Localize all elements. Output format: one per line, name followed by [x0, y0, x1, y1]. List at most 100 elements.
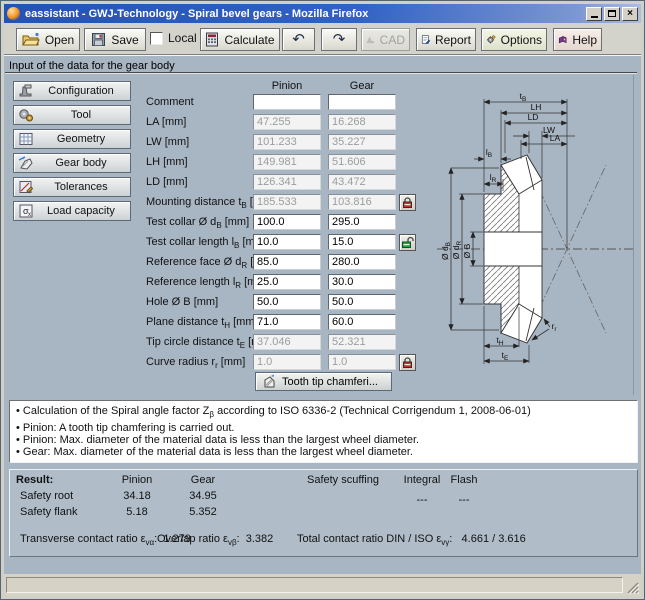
dim-label-lB: lB	[486, 147, 492, 159]
section-divider	[5, 72, 637, 74]
field-label-comment: Comment	[146, 96, 194, 108]
dim-label-LD: LD	[528, 112, 539, 122]
chamfer-icon	[262, 374, 277, 389]
redo-button[interactable]: ↷	[321, 28, 357, 51]
lw-gear-input	[328, 134, 396, 150]
dim-label-lR: lR	[490, 172, 497, 184]
close-icon: ×	[627, 9, 633, 19]
comment-gear-input[interactable]	[328, 94, 396, 110]
field-label-curve-radius: Curve radius rr [mm]	[146, 356, 245, 370]
reference-face-diameter-gear-input[interactable]	[328, 254, 396, 270]
ld-gear-input	[328, 174, 396, 190]
status-message-area	[6, 577, 623, 593]
local-checkbox[interactable]	[150, 32, 163, 45]
report-button[interactable]: Report	[416, 28, 476, 51]
reference-length-pinion-input[interactable]	[253, 274, 321, 290]
cad-icon	[366, 33, 375, 47]
open-button[interactable]: Open	[16, 28, 80, 51]
minimize-button[interactable]	[586, 7, 602, 21]
calculator-icon	[205, 32, 219, 47]
plane-distance-gear-input[interactable]	[328, 314, 396, 330]
ld-pinion-input	[253, 174, 321, 190]
field-label-test-collar-diameter: Test collar Ø dB [mm]	[146, 216, 249, 230]
maximize-button[interactable]	[604, 7, 620, 21]
dim-label-LH: LH	[531, 102, 542, 112]
help-book-icon	[558, 33, 567, 47]
la-gear-input	[328, 114, 396, 130]
tip-circle-distance-pinion-input	[253, 334, 321, 350]
report-label: Report	[435, 33, 471, 47]
dim-label-B: Ø B	[462, 243, 472, 258]
options-gear-icon	[486, 32, 496, 47]
options-button[interactable]: Options	[481, 28, 547, 51]
safety-flank-gear: 5.352	[173, 506, 233, 518]
message-1: • Pinion: A tooth tip chamfering is carr…	[16, 422, 234, 434]
app-window: eassistant - GWJ-Technology - Spiral bev…	[0, 0, 645, 600]
hole-diameter-pinion-input[interactable]	[253, 294, 321, 310]
field-label-la: LA [mm]	[146, 116, 186, 128]
safety-flank-label: Safety flank	[20, 506, 77, 518]
overlap-ratio: Overlap ratio εvβ: 3.382	[157, 533, 273, 547]
window-controls: ×	[584, 7, 638, 21]
result-panel: Result: Pinion Gear Safety scuffing Inte…	[9, 469, 638, 557]
calculate-button[interactable]: Calculate	[200, 28, 280, 51]
reference-length-gear-input[interactable]	[328, 274, 396, 290]
lh-gear-input	[328, 154, 396, 170]
message-0: • Calculation of the Spiral angle factor…	[16, 405, 531, 419]
field-label-ld: LD [mm]	[146, 176, 188, 188]
save-button[interactable]: Save	[84, 28, 146, 51]
mounting-distance-closed-lock-button[interactable]	[399, 194, 416, 211]
message-3: • Gear: Max. diameter of the material da…	[16, 446, 413, 458]
firefox-icon	[7, 7, 20, 20]
undo-button[interactable]: ↶	[282, 28, 315, 51]
plane-distance-pinion-input[interactable]	[253, 314, 321, 330]
result-col-gear: Gear	[173, 474, 233, 486]
tooth-tip-chamfering-button[interactable]: Tooth tip chamferi...	[255, 372, 392, 391]
reference-face-diameter-pinion-input[interactable]	[253, 254, 321, 270]
resize-grip[interactable]	[625, 580, 639, 594]
field-label-lh: LH [mm]	[146, 156, 188, 168]
test-collar-diameter-pinion-input[interactable]	[253, 214, 321, 230]
lw-pinion-input	[253, 134, 321, 150]
hole-diameter-gear-input[interactable]	[328, 294, 396, 310]
dim-label-tH: tH	[496, 335, 503, 347]
local-checkbox-group: Local	[150, 31, 197, 45]
field-label-test-collar-length: Test collar length lB [mm]	[146, 236, 267, 250]
result-col-flash: Flash	[434, 474, 494, 486]
result-title: Result:	[16, 474, 53, 486]
curve-radius-pinion-input	[253, 354, 321, 370]
title-bar: eassistant - GWJ-Technology - Spiral bev…	[4, 4, 641, 23]
dim-label-tB: tB	[520, 91, 527, 103]
status-bar	[4, 574, 641, 596]
section-title: Input of the data for the gear body	[9, 60, 175, 72]
test-collar-length-open-lock-button[interactable]	[399, 234, 416, 251]
safety-root-pinion: 34.18	[107, 490, 167, 502]
help-button[interactable]: Help	[553, 28, 602, 51]
cad-label: CAD	[380, 33, 405, 47]
maximize-icon	[608, 10, 616, 17]
calculate-label: Calculate	[224, 33, 274, 47]
test-collar-length-pinion-input[interactable]	[253, 234, 321, 250]
dim-label-LA: LA	[550, 133, 561, 143]
help-label: Help	[572, 33, 597, 47]
test-collar-diameter-gear-input[interactable]	[328, 214, 396, 230]
scuffing-flash-value: ---	[434, 494, 494, 506]
safety-root-label: Safety root	[20, 490, 73, 502]
test-collar-length-gear-input[interactable]	[328, 234, 396, 250]
chamfer-label: Tooth tip chamferi...	[282, 376, 378, 388]
close-button[interactable]: ×	[622, 7, 638, 21]
result-col-pinion: Pinion	[107, 474, 167, 486]
toolbar-divider	[4, 54, 641, 56]
result-col-scuffing: Safety scuffing	[307, 474, 379, 486]
curve-radius-closed-lock-button[interactable]	[399, 354, 416, 371]
undo-icon: ↶	[292, 32, 305, 47]
total-contact-ratio: Total contact ratio DIN / ISO εvγ: 4.661…	[297, 533, 526, 547]
message-2: • Pinion: Max. diameter of the material …	[16, 434, 419, 446]
column-header-gear: Gear	[328, 80, 396, 92]
safety-root-gear: 34.95	[173, 490, 233, 502]
comment-pinion-input[interactable]	[253, 94, 321, 110]
dim-label-rr: rr	[551, 321, 557, 333]
la-pinion-input	[253, 114, 321, 130]
open-label: Open	[45, 33, 74, 47]
local-label: Local	[168, 31, 197, 45]
